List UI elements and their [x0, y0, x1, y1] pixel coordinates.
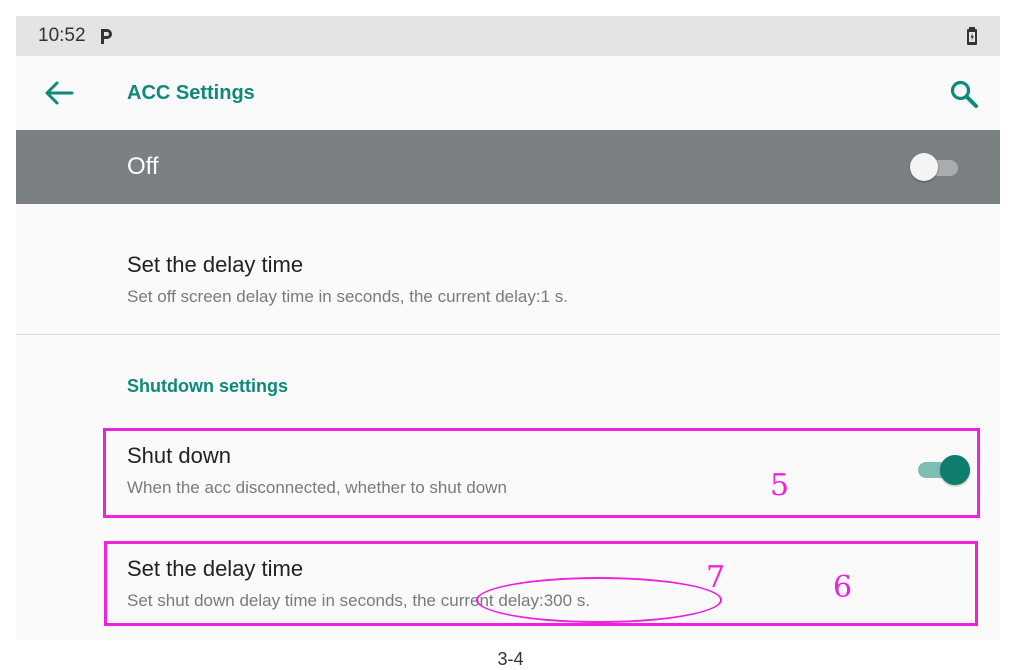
divider: [16, 334, 1000, 335]
app-bar: ACC Settings: [16, 56, 1000, 130]
annotation-number-5: 5: [770, 468, 790, 503]
annotation-number-6: 6: [833, 570, 853, 605]
p-icon: [98, 26, 118, 46]
status-bar: 10:52: [16, 16, 1000, 56]
search-icon[interactable]: [948, 78, 980, 110]
master-toggle-switch[interactable]: [910, 153, 960, 181]
switch-thumb: [910, 153, 938, 181]
screen-delay-title: Set the delay time: [127, 252, 304, 277]
annotation-box-5: [103, 428, 980, 518]
figure-caption: 3-4: [497, 649, 524, 669]
arrow-left-icon[interactable]: [44, 80, 74, 106]
screen-delay-summary: Set off screen delay time in seconds, th…: [127, 287, 568, 306]
shutdown-category-title: Shutdown settings: [127, 376, 288, 396]
annotation-ellipse-7: [476, 577, 722, 623]
annotation-number-7: 7: [706, 560, 726, 595]
master-switch-label: Off: [127, 153, 159, 180]
master-switch-bar[interactable]: Off: [16, 130, 1000, 204]
page-title: ACC Settings: [127, 82, 255, 104]
battery-icon: [966, 27, 978, 50]
status-time: 10:52: [38, 25, 86, 46]
